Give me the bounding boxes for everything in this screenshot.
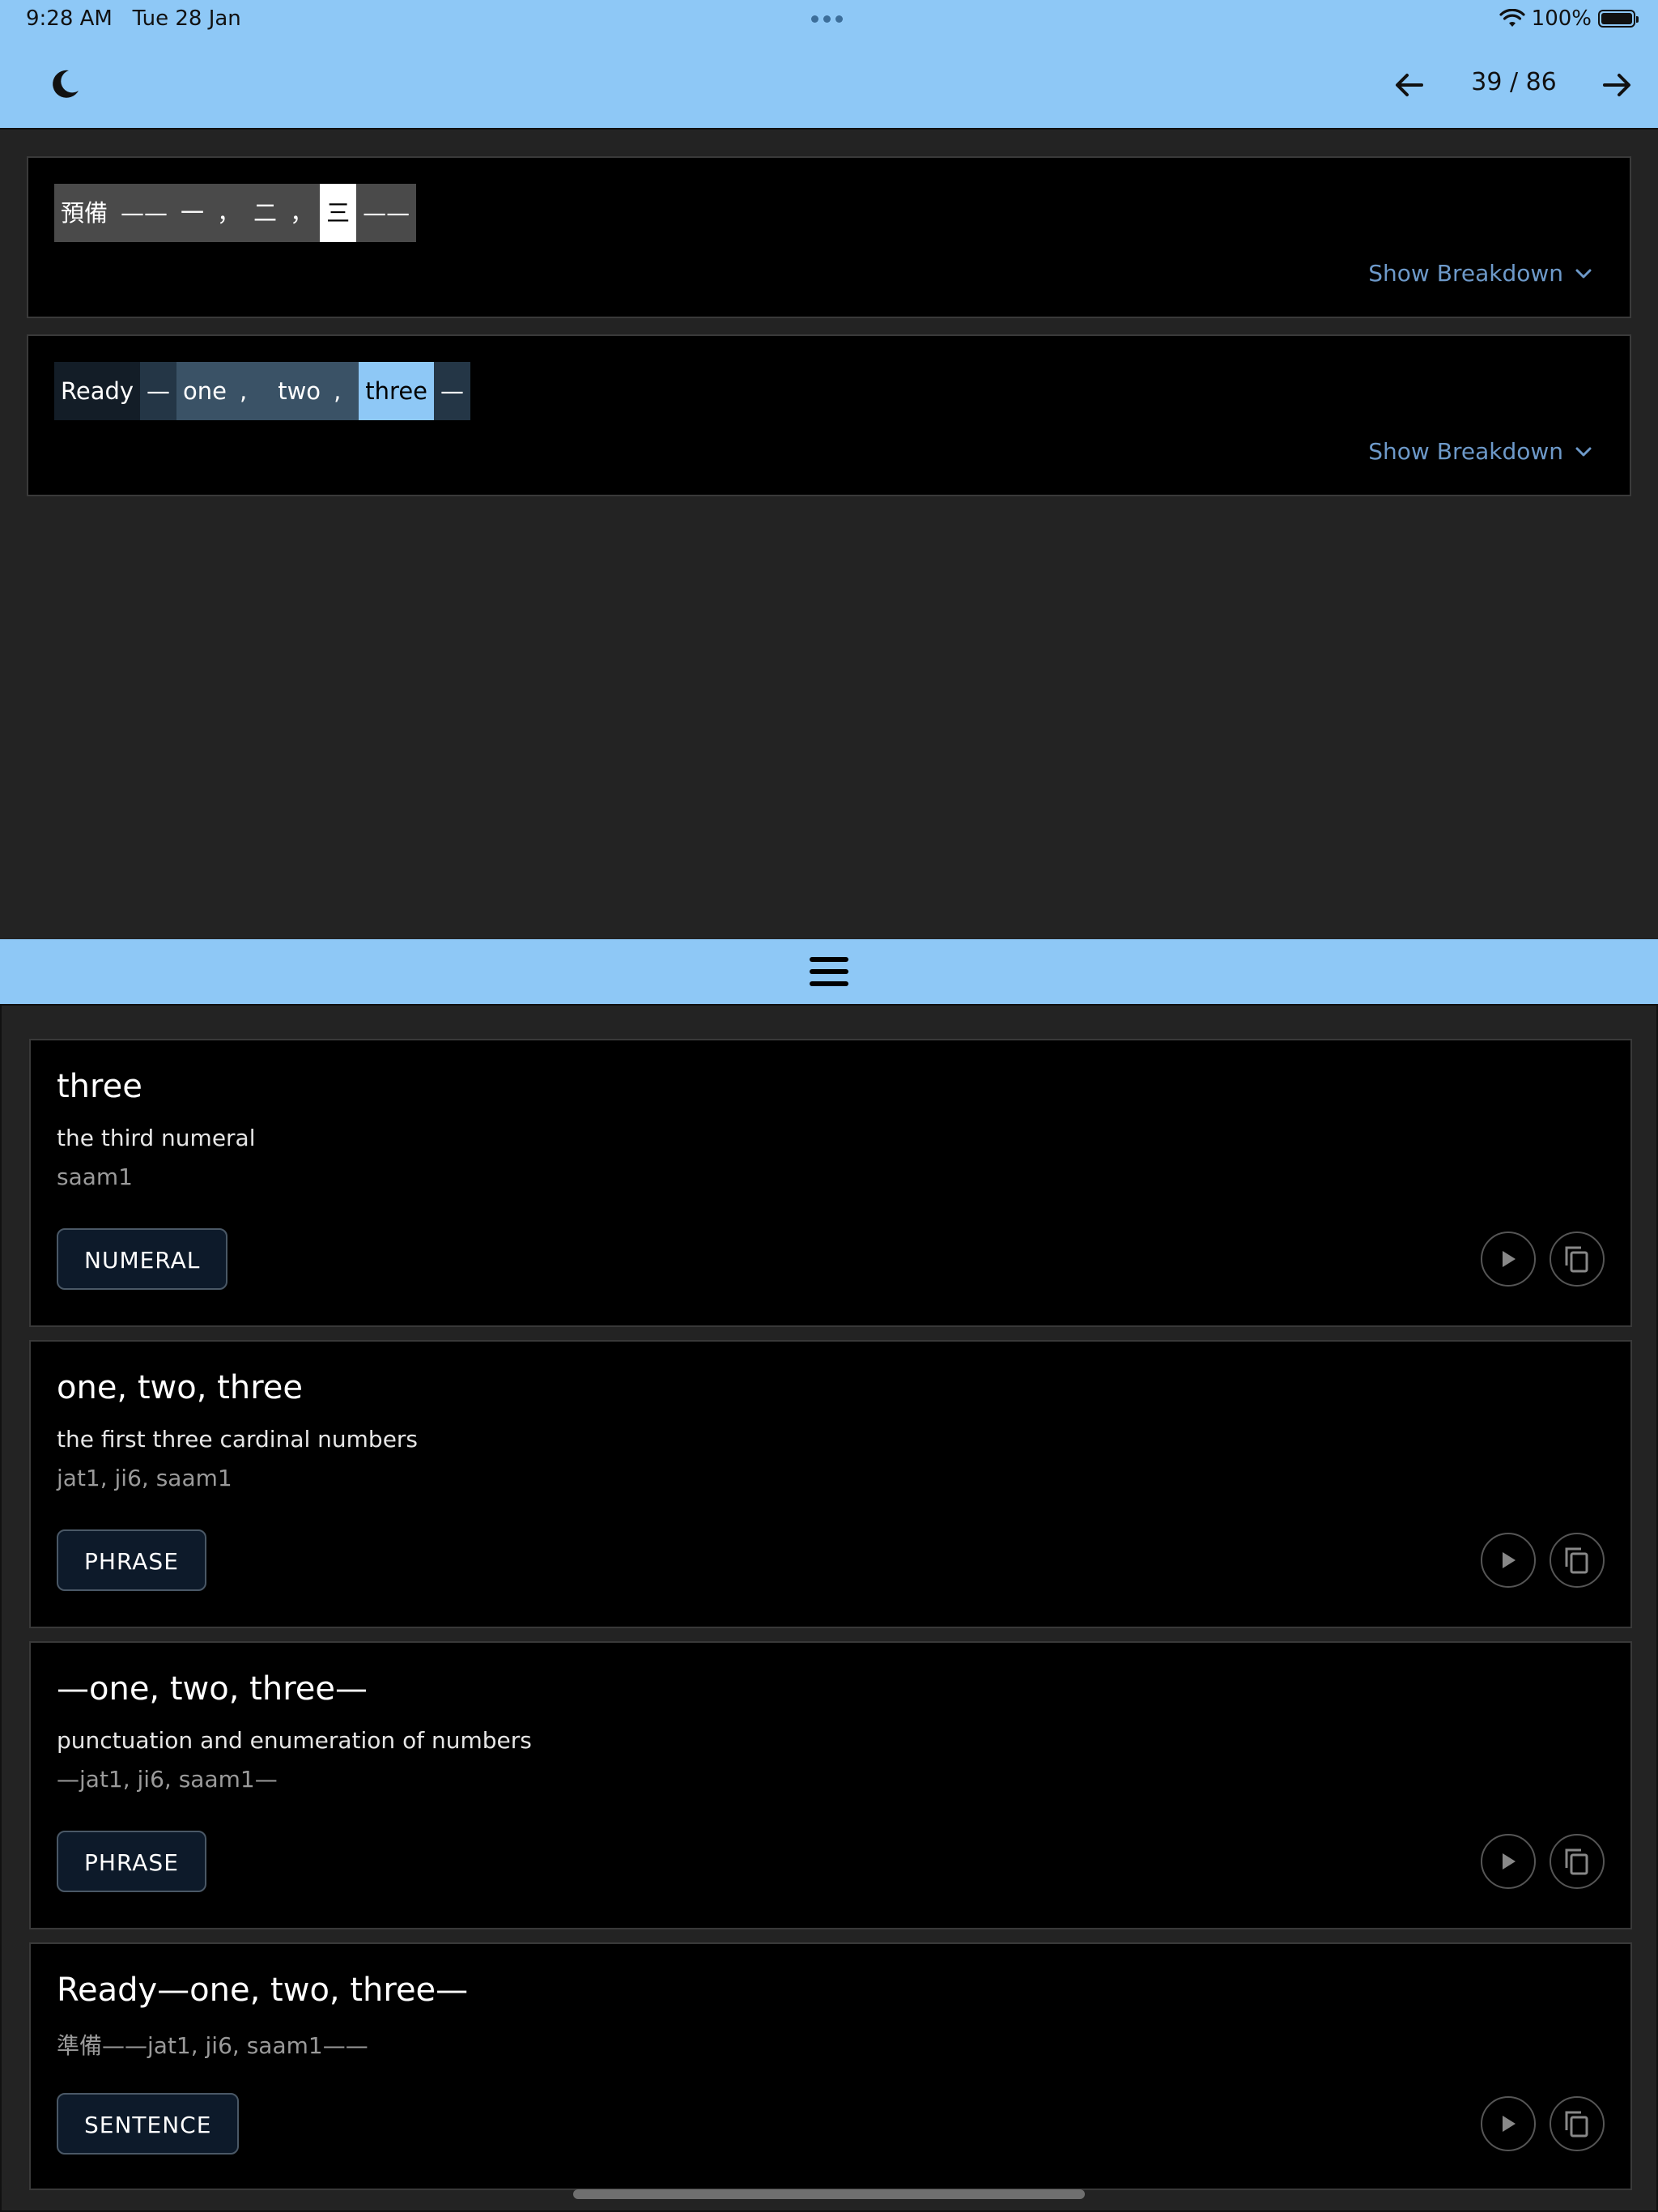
battery-percent: 100% — [1531, 6, 1592, 31]
copy-button[interactable] — [1550, 2096, 1605, 2151]
page-counter: 39 / 86 — [1471, 68, 1557, 96]
entry-definition: the third numeral — [57, 1125, 256, 1151]
play-icon — [1503, 1552, 1516, 1568]
play-audio-button[interactable] — [1481, 1533, 1536, 1588]
chinese-sentence-card: 預備 —— 一 ， 二 ， 三 —— Show Breakdown — [27, 156, 1631, 318]
part-of-speech-tag[interactable]: PHRASE — [57, 1529, 206, 1591]
entry-definition: punctuation and enumeration of numbers — [57, 1727, 532, 1754]
token[interactable]: 一 — [174, 184, 211, 242]
part-of-speech-tag[interactable]: SENTENCE — [57, 2093, 240, 2155]
play-audio-button[interactable] — [1481, 1834, 1536, 1889]
token[interactable]: — — [140, 362, 177, 420]
play-audio-button[interactable] — [1481, 2096, 1536, 2151]
token[interactable]: —— — [356, 184, 417, 242]
definition-card: one, two, three the first three cardinal… — [29, 1340, 1632, 1628]
token[interactable]: ， — [210, 184, 248, 242]
copy-button[interactable] — [1550, 1231, 1605, 1287]
hamburger-menu-icon[interactable] — [808, 952, 850, 991]
show-breakdown-button[interactable]: Show Breakdown — [1368, 438, 1594, 465]
token[interactable]: Ready — [54, 362, 141, 420]
entry-title: Ready—one, two, three— — [57, 1972, 469, 2009]
chevron-down-icon — [1575, 447, 1592, 456]
status-date: Tue 28 Jan — [132, 6, 241, 31]
entry-romanization: —jat1, ji6, saam1— — [57, 1766, 278, 1793]
chevron-down-icon — [1575, 269, 1592, 278]
play-audio-button[interactable] — [1481, 1231, 1536, 1287]
entry-title: one, two, three — [57, 1369, 303, 1406]
home-indicator[interactable] — [573, 2189, 1085, 2199]
battery-icon — [1598, 10, 1639, 28]
status-bar: 9:28 AM Tue 28 Jan 100% — [0, 0, 1658, 39]
token[interactable]: —— — [114, 184, 175, 242]
entry-romanization: jat1, ji6, saam1 — [57, 1465, 232, 1491]
token[interactable]: ， — [283, 184, 321, 242]
definition-card: —one, two, three— punctuation and enumer… — [29, 1641, 1632, 1929]
show-breakdown-label: Show Breakdown — [1368, 260, 1563, 287]
sentence-area: 預備 —— 一 ， 二 ， 三 —— Show Breakdown Ready … — [0, 130, 1658, 939]
token[interactable]: one — [176, 362, 233, 420]
status-time: 9:28 AM Tue 28 Jan — [26, 6, 241, 31]
english-token-row: Ready — one , two , three — — [54, 362, 471, 420]
copy-button[interactable] — [1550, 1533, 1605, 1588]
chinese-token-row: 預備 —— 一 ， 二 ， 三 —— — [54, 184, 417, 242]
show-breakdown-label: Show Breakdown — [1368, 438, 1563, 465]
status-indicators: 100% — [1499, 6, 1639, 31]
token[interactable]: , — [327, 362, 359, 420]
panel-drag-handle[interactable] — [0, 939, 1658, 1004]
copy-icon — [1565, 1246, 1588, 1273]
entry-definition: the first three cardinal numbers — [57, 1426, 419, 1453]
show-breakdown-button[interactable]: Show Breakdown — [1368, 260, 1594, 287]
part-of-speech-tag[interactable]: PHRASE — [57, 1831, 206, 1892]
definition-card: three the third numeral saam1 NUMERAL — [29, 1039, 1632, 1327]
copy-icon — [1565, 1547, 1588, 1574]
entry-romanization: saam1 — [57, 1163, 133, 1190]
token-selected[interactable]: three — [359, 362, 435, 420]
multitasking-dots-icon[interactable] — [811, 15, 843, 23]
play-icon — [1503, 1853, 1516, 1870]
dark-mode-moon-icon[interactable] — [47, 66, 83, 102]
status-clock: 9:28 AM — [26, 6, 113, 31]
token[interactable]: , — [233, 362, 272, 420]
entry-romanization: 準備——jat1, ji6, saam1—— — [57, 2032, 368, 2059]
english-sentence-card: Ready — one , two , three — Show Breakdo… — [27, 334, 1631, 496]
app-bar: 39 / 86 — [0, 39, 1658, 130]
arrow-left-icon[interactable] — [1391, 66, 1428, 104]
token[interactable]: two — [271, 362, 328, 420]
entry-title: —one, two, three— — [57, 1670, 368, 1708]
part-of-speech-tag[interactable]: NUMERAL — [57, 1228, 228, 1290]
definitions-panel: three the third numeral saam1 NUMERAL on… — [0, 1004, 1658, 2212]
token[interactable]: 預備 — [54, 184, 115, 242]
play-icon — [1503, 1251, 1516, 1267]
play-icon — [1503, 2116, 1516, 2132]
token[interactable]: — — [434, 362, 471, 420]
copy-button[interactable] — [1550, 1834, 1605, 1889]
token[interactable]: 二 — [247, 184, 284, 242]
entry-title: three — [57, 1068, 142, 1105]
wifi-icon — [1499, 9, 1525, 27]
token-selected[interactable]: 三 — [320, 184, 357, 242]
definition-card: Ready—one, two, three— 準備——jat1, ji6, sa… — [29, 1942, 1632, 2190]
copy-icon — [1565, 1848, 1588, 1875]
copy-icon — [1565, 2111, 1588, 2138]
arrow-right-icon[interactable] — [1598, 66, 1635, 104]
